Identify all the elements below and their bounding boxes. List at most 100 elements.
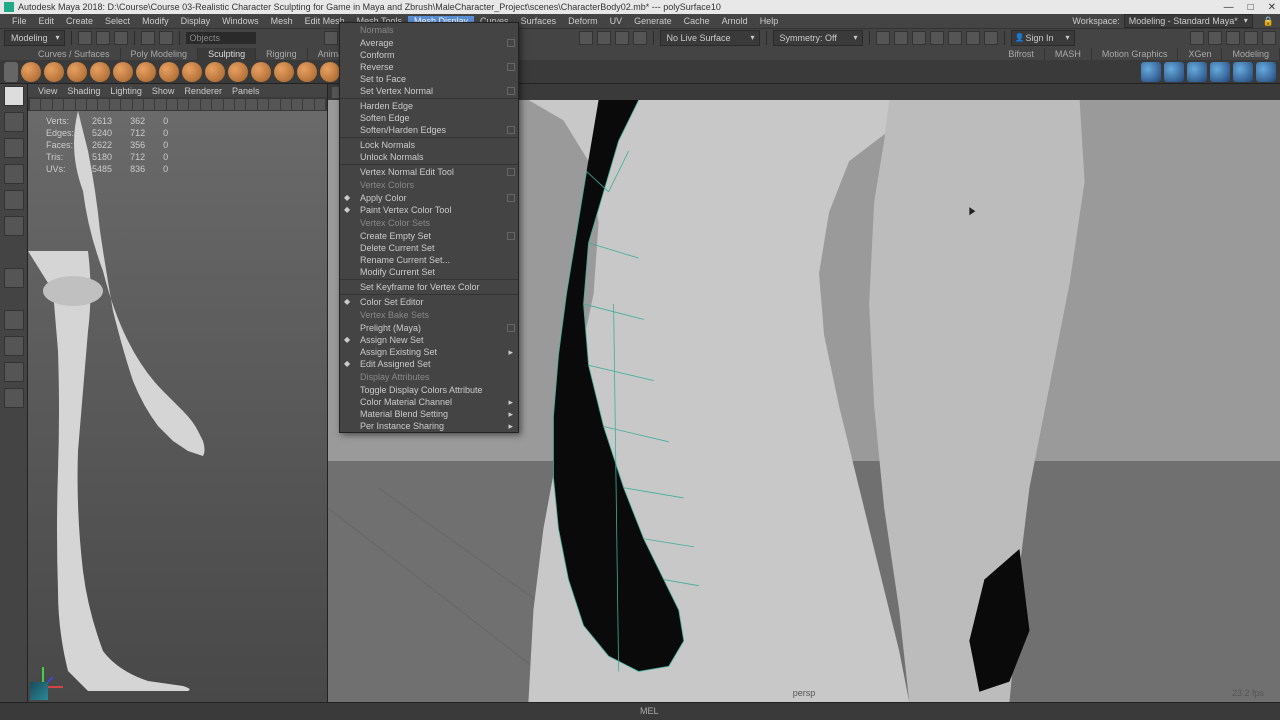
menuitem-color-material-channel[interactable]: Color Material Channel▸	[340, 396, 518, 408]
minimize-button[interactable]: —	[1224, 2, 1234, 13]
option-box-icon[interactable]	[507, 39, 515, 47]
move-tool[interactable]	[4, 164, 24, 184]
layout-outliner[interactable]	[4, 388, 24, 408]
vp-tool-button[interactable]	[303, 99, 313, 110]
workspace-dropdown[interactable]: Modeling - Standard Maya*	[1124, 14, 1253, 28]
sculpt-brush-icon[interactable]	[182, 62, 202, 82]
select-tool[interactable]	[4, 86, 24, 106]
menuitem-prelight-maya-[interactable]: Prelight (Maya)	[340, 322, 518, 334]
menuitem-lock-normals[interactable]: Lock Normals	[340, 139, 518, 151]
menuitem-create-empty-set[interactable]: Create Empty Set	[340, 230, 518, 242]
command-line[interactable]: MEL	[0, 702, 1280, 720]
menuitem-soften-harden-edges[interactable]: Soften/Harden Edges	[340, 124, 518, 136]
sculpt-brush-icon[interactable]	[274, 62, 294, 82]
vp-tool-button[interactable]	[133, 99, 143, 110]
menu-uv[interactable]: UV	[604, 16, 629, 26]
vp-tool-button[interactable]	[167, 99, 177, 110]
vp-tool-button[interactable]	[98, 99, 108, 110]
sculpt-brush-icon[interactable]	[113, 62, 133, 82]
maximize-button[interactable]: □	[1248, 2, 1254, 13]
shelf-menu-icon[interactable]	[4, 62, 18, 82]
modeling-tool-icon[interactable]	[1233, 62, 1253, 82]
vp-tool-button[interactable]	[269, 99, 279, 110]
option-box-icon[interactable]	[507, 126, 515, 134]
menuitem-set-keyframe-for-vertex-color[interactable]: Set Keyframe for Vertex Color	[340, 281, 518, 293]
vp-tool-button[interactable]	[87, 99, 97, 110]
vp-tool-button[interactable]	[110, 99, 120, 110]
vp-tool-button[interactable]	[224, 99, 234, 110]
rotate-tool[interactable]	[4, 190, 24, 210]
live-surface-dropdown[interactable]: No Live Surface	[660, 30, 760, 46]
menuitem-set-vertex-normal[interactable]: Set Vertex Normal	[340, 85, 518, 97]
menuitem-vertex-normal-edit-tool[interactable]: Vertex Normal Edit Tool	[340, 166, 518, 178]
symmetry-dropdown[interactable]: Symmetry: Off	[773, 30, 863, 46]
shelftab-modeling[interactable]: Modeling	[1222, 48, 1280, 60]
menuitem-harden-edge[interactable]: Harden Edge	[340, 100, 518, 112]
layout-button-3[interactable]	[1226, 31, 1240, 45]
menu-deform[interactable]: Deform	[562, 16, 604, 26]
sculpt-brush-icon[interactable]	[136, 62, 156, 82]
vpmenu-show[interactable]: Show	[152, 86, 175, 96]
vp-tool-button[interactable]	[76, 99, 86, 110]
modeling-tool-icon[interactable]	[1210, 62, 1230, 82]
history-button-4[interactable]	[633, 31, 647, 45]
modeling-tool-icon[interactable]	[1164, 62, 1184, 82]
menuitem-assign-new-set[interactable]: Assign New Set◆	[340, 334, 518, 346]
vpmenu-shading[interactable]: Shading	[67, 86, 100, 96]
playblast-button[interactable]	[948, 31, 962, 45]
vp-tool-button[interactable]	[144, 99, 154, 110]
sculpt-brush-icon[interactable]	[297, 62, 317, 82]
sculpt-brush-icon[interactable]	[67, 62, 87, 82]
menuitem-average[interactable]: Average	[340, 37, 518, 49]
signin-button[interactable]: Sign In	[1011, 30, 1075, 46]
vp-tool-button[interactable]	[235, 99, 245, 110]
menu-generate[interactable]: Generate	[628, 16, 678, 26]
lasso-tool[interactable]	[4, 112, 24, 132]
menuitem-assign-existing-set[interactable]: Assign Existing Set▸	[340, 346, 518, 358]
menu-set-dropdown[interactable]: Modeling	[4, 30, 65, 46]
vpmenu-renderer[interactable]: Renderer	[184, 86, 222, 96]
vp-tool-button[interactable]	[64, 99, 74, 110]
menu-surfaces[interactable]: Surfaces	[515, 16, 563, 26]
layout-single[interactable]	[4, 310, 24, 330]
paint-select-tool[interactable]	[4, 138, 24, 158]
vp-tool-button[interactable]	[53, 99, 63, 110]
vp-tool-button[interactable]	[281, 99, 291, 110]
layout-button-4[interactable]	[1244, 31, 1258, 45]
modeling-tool-icon[interactable]	[1256, 62, 1276, 82]
menuitem-unlock-normals[interactable]: Unlock Normals	[340, 151, 518, 163]
layout-two-h[interactable]	[4, 362, 24, 382]
shelftab-sculpting[interactable]: Sculpting	[198, 48, 256, 60]
option-box-icon[interactable]	[507, 63, 515, 71]
layout-button-5[interactable]	[1262, 31, 1276, 45]
option-box-icon[interactable]	[507, 87, 515, 95]
menu-display[interactable]: Display	[175, 16, 217, 26]
shelftab-rigging[interactable]: Rigging	[256, 48, 308, 60]
vp-tool-button[interactable]	[315, 99, 325, 110]
menu-select[interactable]: Select	[99, 16, 136, 26]
shelftab-curves-surfaces[interactable]: Curves / Surfaces	[28, 48, 121, 60]
new-scene-button[interactable]	[78, 31, 92, 45]
modeling-tool-icon[interactable]	[1187, 62, 1207, 82]
shelftab-bifrost[interactable]: Bifrost	[998, 48, 1045, 60]
menuitem-reverse[interactable]: Reverse	[340, 61, 518, 73]
menuitem-toggle-display-colors-attribute[interactable]: Toggle Display Colors Attribute	[340, 384, 518, 396]
menuitem-modify-current-set[interactable]: Modify Current Set	[340, 266, 518, 278]
vp-tool-button[interactable]	[258, 99, 268, 110]
undo-button[interactable]	[141, 31, 155, 45]
vpmenu-panels[interactable]: Panels	[232, 86, 260, 96]
snap-grid-button[interactable]	[324, 31, 338, 45]
menu-create[interactable]: Create	[60, 16, 99, 26]
option-box-icon[interactable]	[507, 232, 515, 240]
render-button[interactable]	[876, 31, 890, 45]
shelftab-mash[interactable]: MASH	[1045, 48, 1092, 60]
shelftab-xgen[interactable]: XGen	[1178, 48, 1222, 60]
sculpt-brush-icon[interactable]	[44, 62, 64, 82]
menuitem-delete-current-set[interactable]: Delete Current Set	[340, 242, 518, 254]
option-box-icon[interactable]	[507, 324, 515, 332]
history-button-2[interactable]	[597, 31, 611, 45]
sculpt-brush-icon[interactable]	[205, 62, 225, 82]
vp-tool-button[interactable]	[41, 99, 51, 110]
sculpt-brush-icon[interactable]	[251, 62, 271, 82]
menu-edit[interactable]: Edit	[33, 16, 61, 26]
